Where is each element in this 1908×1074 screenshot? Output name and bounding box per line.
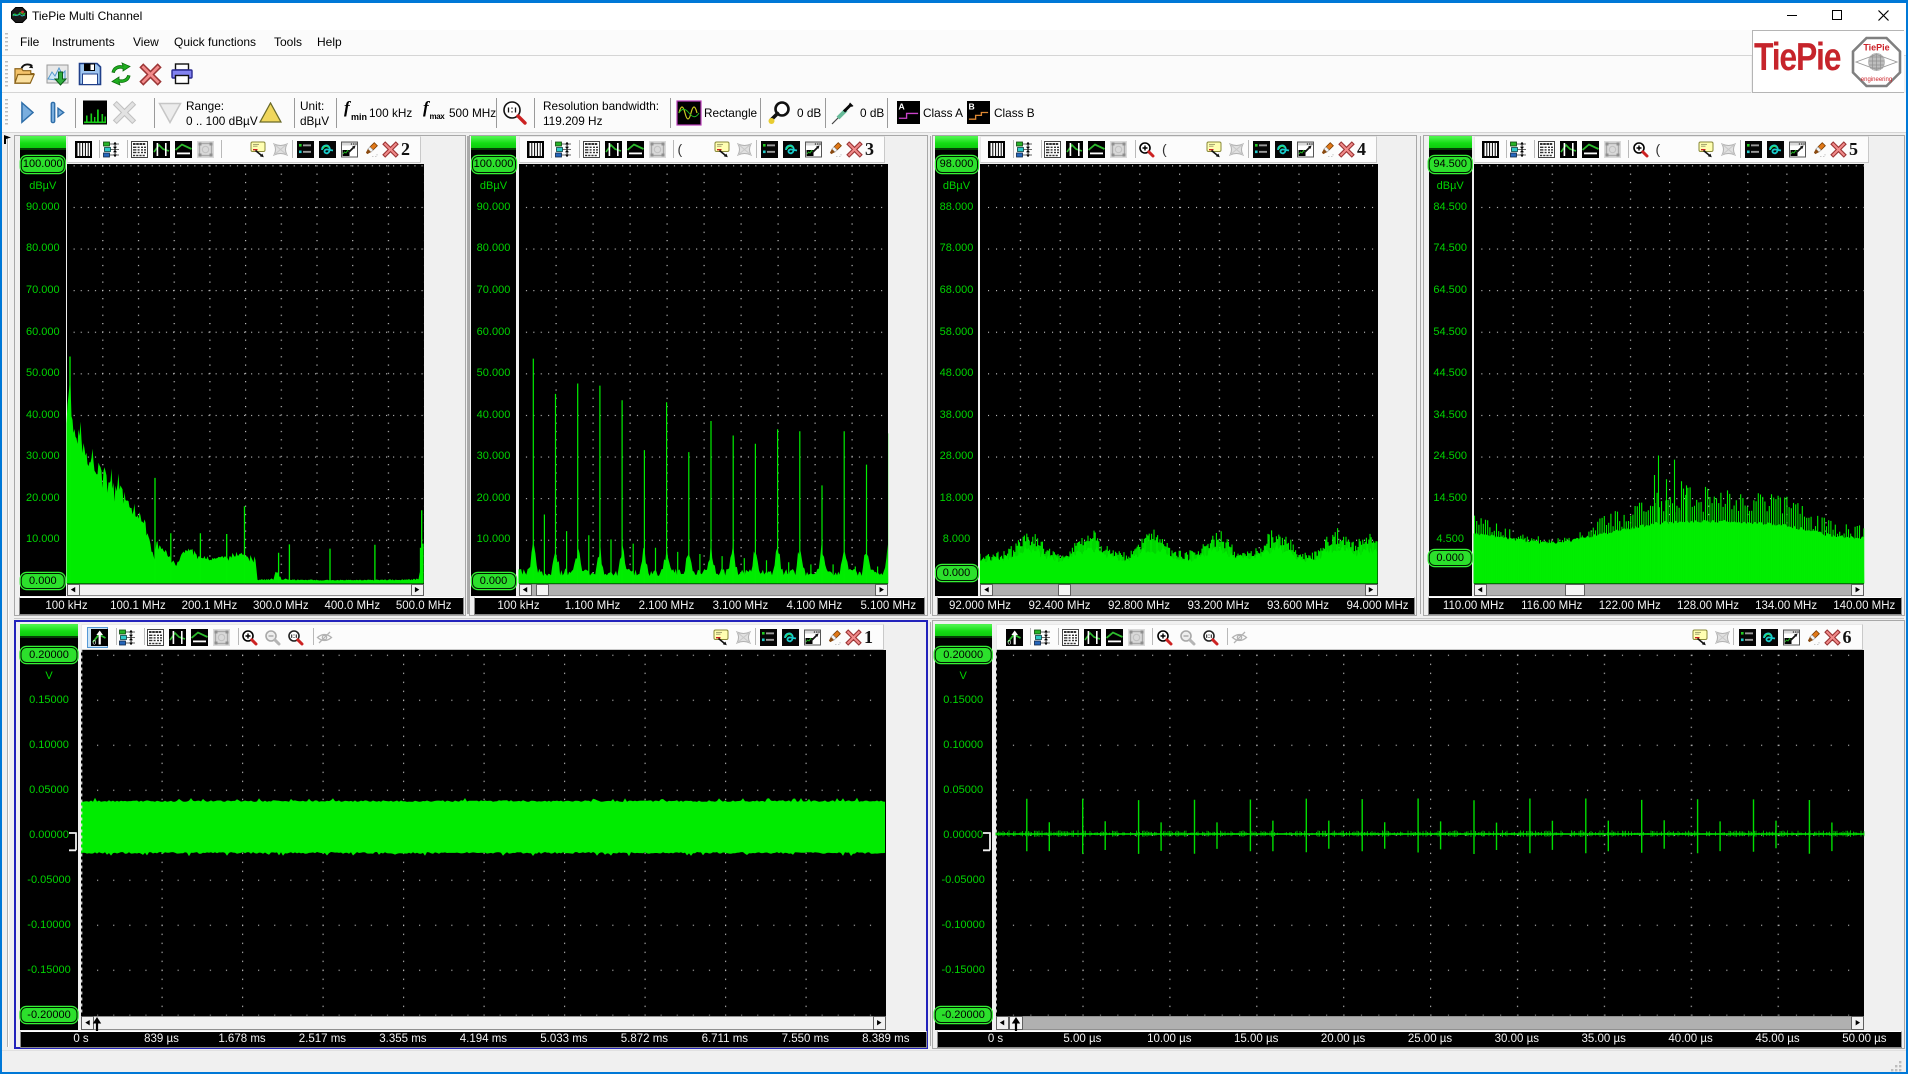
svg-text:TiePie: TiePie (1863, 43, 1889, 53)
svg-text:engineering: engineering (1861, 77, 1892, 83)
